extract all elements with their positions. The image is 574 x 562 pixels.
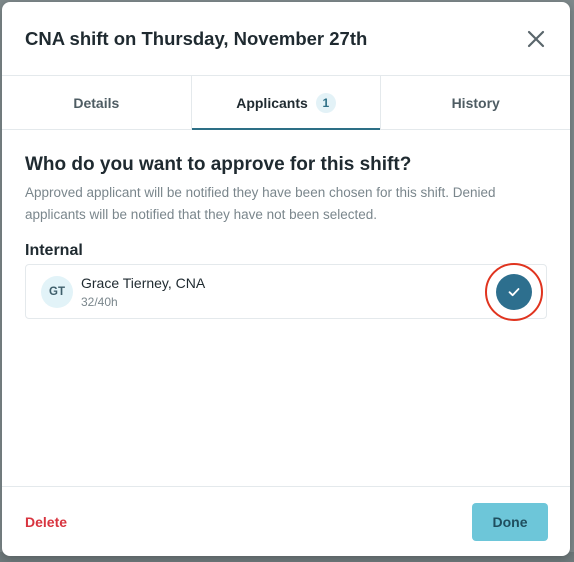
- tab-history[interactable]: History: [380, 76, 570, 129]
- checkmark-icon: [508, 287, 520, 296]
- approve-toggle-button[interactable]: [496, 273, 532, 310]
- approve-highlight-ring: [485, 262, 543, 321]
- tab-applicants[interactable]: Applicants 1: [190, 76, 381, 130]
- section-label-internal: Internal: [25, 242, 83, 259]
- approval-question: Who do you want to approve for this shif…: [25, 154, 412, 175]
- shift-modal: CNA shift on Thursday, November 27th Det…: [2, 2, 570, 556]
- tab-label: History: [451, 94, 500, 111]
- tab-label: Details: [73, 94, 120, 111]
- close-icon: [527, 30, 545, 47]
- applicant-hours: 32/40h: [81, 295, 118, 309]
- done-button[interactable]: Done: [472, 502, 548, 541]
- applicant-info: Grace Tierney, CNA 32/40h: [81, 274, 531, 309]
- approval-help-text: Approved applicant will be notified they…: [25, 185, 496, 222]
- avatar: GT: [41, 275, 73, 308]
- modal-footer: Delete Done: [2, 486, 570, 556]
- tab-label: Applicants: [236, 94, 308, 111]
- applicant-count-badge: 1: [315, 92, 336, 113]
- tab-bar: Details Applicants 1 History: [2, 75, 570, 130]
- modal-title: CNA shift on Thursday, November 27th: [25, 27, 368, 49]
- delete-button[interactable]: Delete: [25, 514, 67, 530]
- applicants-panel: Who do you want to approve for this shif…: [2, 130, 570, 321]
- applicant-row: GT Grace Tierney, CNA 32/40h: [25, 262, 547, 321]
- modal-header: CNA shift on Thursday, November 27th: [2, 2, 570, 75]
- applicant-name: Grace Tierney, CNA: [81, 275, 206, 291]
- tab-details[interactable]: Details: [2, 76, 191, 129]
- close-button[interactable]: [524, 27, 548, 51]
